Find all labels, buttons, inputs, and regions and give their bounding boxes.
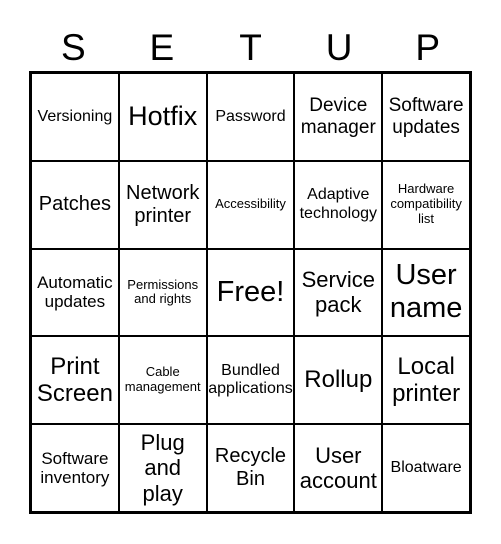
bingo-cell[interactable]: Hardware compatibility list	[382, 160, 470, 249]
bingo-header: S E T U P	[29, 26, 472, 70]
bingo-cell[interactable]: User name	[382, 248, 470, 337]
bingo-cell[interactable]: Service pack	[294, 248, 383, 337]
bingo-cell[interactable]: Permissions and rights	[118, 248, 207, 337]
bingo-cell[interactable]: Adaptive technology	[294, 160, 383, 249]
header-letter-t: T	[239, 27, 262, 68]
header-letter-s: S	[60, 27, 86, 68]
bingo-cell[interactable]: Automatic updates	[31, 248, 119, 337]
bingo-cell[interactable]: Patches	[31, 160, 119, 249]
bingo-cell[interactable]: Bundled applications	[206, 336, 295, 425]
bingo-cell[interactable]: Password	[206, 73, 295, 161]
bingo-cell[interactable]: Software updates	[382, 73, 470, 161]
bingo-cell[interactable]: Local printer	[382, 336, 470, 425]
bingo-cell[interactable]: Software inventory	[31, 424, 119, 512]
bingo-cell[interactable]: Network printer	[118, 160, 207, 249]
bingo-cell[interactable]: Plug and play	[118, 424, 207, 512]
bingo-cell[interactable]: Device manager	[294, 73, 383, 161]
bingo-cell[interactable]: Recycle Bin	[206, 424, 295, 512]
bingo-cell[interactable]: Versioning	[31, 73, 119, 161]
free-space[interactable]: Free!	[206, 248, 295, 337]
bingo-cell[interactable]: User account	[294, 424, 383, 512]
bingo-cell[interactable]: Hotfix	[118, 73, 207, 161]
header-letter-u: U	[325, 27, 353, 68]
header-letter-e: E	[149, 27, 175, 68]
bingo-cell[interactable]: Print Screen	[31, 336, 119, 425]
bingo-board: Versioning Hotfix Password Device manage…	[29, 71, 472, 514]
bingo-cell[interactable]: Bloatware	[382, 424, 470, 512]
header-letter-p: P	[415, 27, 441, 68]
bingo-cell[interactable]: Accessibility	[206, 160, 295, 249]
bingo-cell[interactable]: Rollup	[294, 336, 383, 425]
bingo-cell[interactable]: Cable management	[118, 336, 207, 425]
